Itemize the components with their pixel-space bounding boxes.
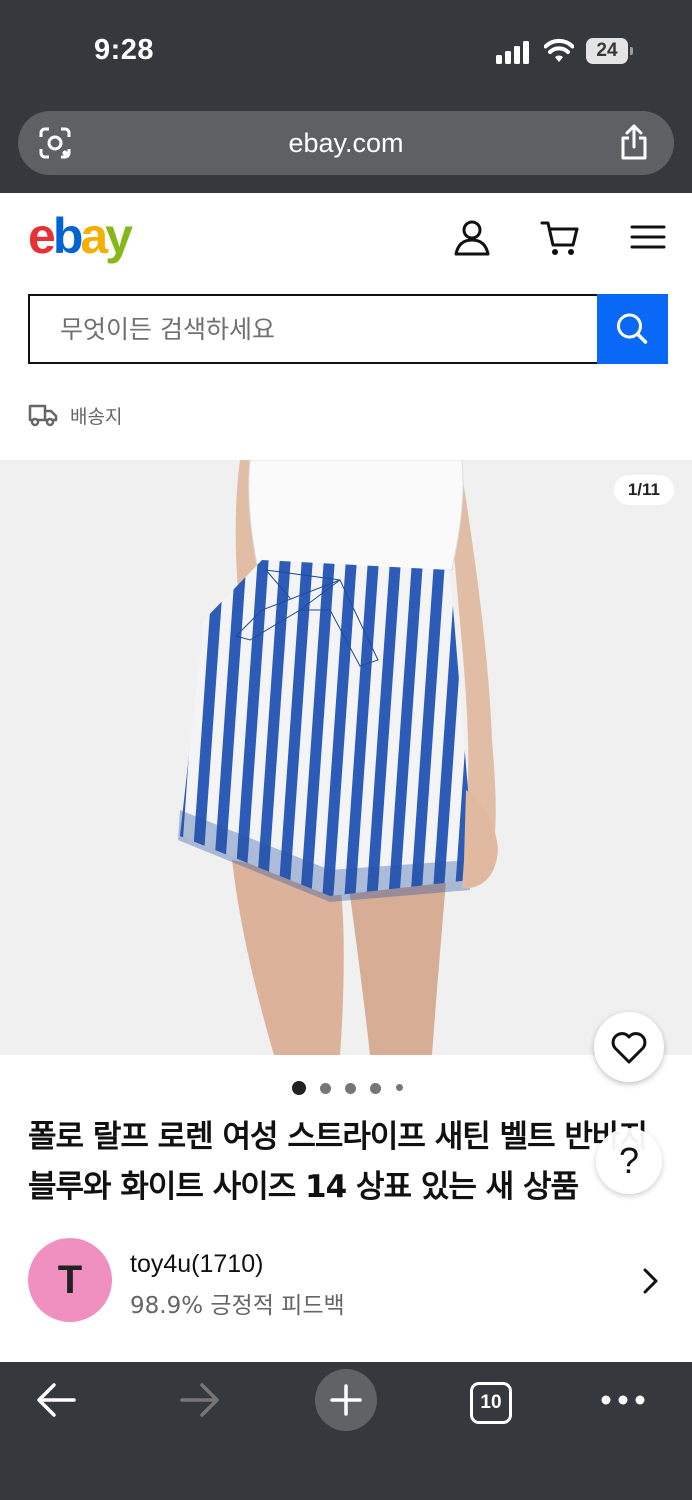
image-counter: 1/11: [613, 475, 674, 505]
url-text[interactable]: ebay.com: [18, 128, 674, 159]
product-image[interactable]: 1/11: [0, 460, 692, 1055]
battery-indicator: 24: [586, 38, 633, 64]
more-icon[interactable]: [600, 1368, 646, 1432]
product-photo-illustration: [178, 460, 498, 1055]
menu-icon[interactable]: [628, 217, 668, 257]
browser-chrome: ebay.com: [0, 100, 692, 193]
seller-feedback: 98.9% 긍정적 피드백: [130, 1293, 345, 1319]
account-icon[interactable]: [452, 217, 492, 257]
address-bar[interactable]: ebay.com: [18, 111, 674, 175]
watchlist-button[interactable]: [594, 1012, 664, 1082]
carousel-dots: [290, 1080, 410, 1096]
seller-info[interactable]: T toy4u(1710) 98.9% 긍정적 피드백: [0, 1232, 692, 1332]
status-time: 9:28: [94, 34, 155, 66]
wifi-icon: [544, 38, 574, 62]
new-tab-button[interactable]: [314, 1368, 378, 1432]
tab-switcher-button[interactable]: 10: [470, 1382, 512, 1424]
search-bar: [28, 294, 668, 364]
back-arrow-icon[interactable]: [32, 1368, 80, 1432]
carousel-dot[interactable]: [396, 1084, 403, 1091]
chevron-right-icon: [643, 1268, 658, 1294]
carousel-dot-active[interactable]: [292, 1081, 306, 1095]
seller-name: toy4u(1710): [130, 1250, 264, 1278]
ship-to-label: 배송지: [70, 406, 123, 428]
ebay-logo[interactable]: ebay: [28, 207, 133, 265]
carousel-dot[interactable]: [320, 1083, 331, 1094]
search-button[interactable]: [597, 294, 668, 364]
site-header: ebay: [0, 193, 692, 293]
status-bar: 9:28 24: [0, 0, 692, 100]
help-button[interactable]: ?: [596, 1128, 662, 1194]
carousel-dot[interactable]: [370, 1083, 381, 1094]
search-icon: [617, 313, 648, 344]
browser-toolbar: 10: [0, 1362, 692, 1500]
forward-arrow-icon[interactable]: [176, 1368, 224, 1432]
search-input[interactable]: [30, 296, 596, 362]
cart-icon[interactable]: [540, 217, 580, 257]
truck-icon: [28, 404, 58, 427]
share-icon[interactable]: [618, 123, 650, 161]
heart-icon: [611, 1032, 647, 1064]
carousel-dot[interactable]: [345, 1083, 356, 1094]
product-title: 폴로 랄프 로렌 여성 스트라이프 새틴 벨트 반바지 블루와 화이트 사이즈 …: [28, 1119, 648, 1205]
avatar: T: [28, 1238, 112, 1322]
cellular-signal-icon: [496, 40, 532, 64]
